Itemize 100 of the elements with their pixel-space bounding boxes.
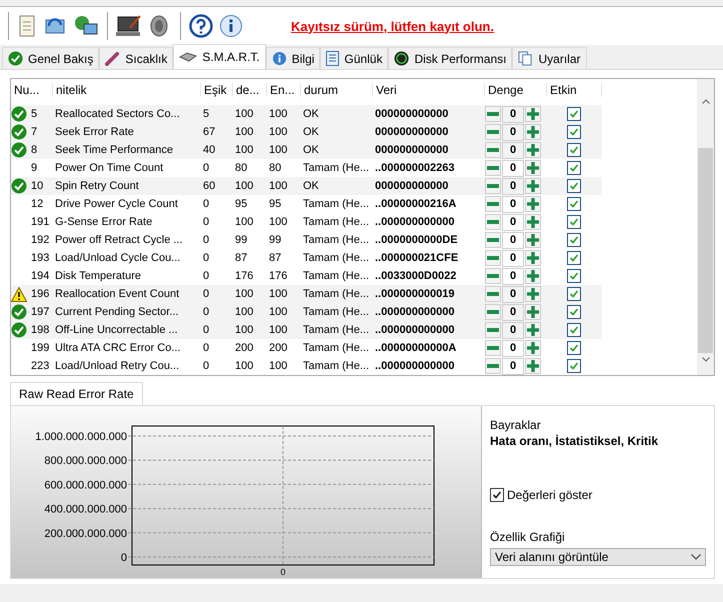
- plus-button[interactable]: [525, 268, 541, 284]
- checkbox[interactable]: [567, 233, 581, 247]
- register-link[interactable]: Kayıtsız sürüm, lütfen kayıt olun.: [291, 18, 494, 34]
- plus-icon: [527, 216, 539, 228]
- balance-value: 0: [502, 178, 524, 194]
- plus-button[interactable]: [525, 340, 541, 356]
- checkbox[interactable]: [567, 359, 581, 373]
- minus-button[interactable]: [485, 160, 501, 176]
- table-cell-text: Load/Unload Cycle Cou...: [54, 251, 180, 265]
- hard-drive-icon: [179, 52, 198, 62]
- table-cell-text: 196: [30, 287, 50, 301]
- table-cell-text: 000000000000: [374, 143, 448, 157]
- tab[interactable]: S.M.A.R.T.: [173, 44, 266, 69]
- table-cell-text: 100: [268, 107, 288, 121]
- minus-button[interactable]: [485, 304, 501, 320]
- column-header[interactable]: En...: [267, 82, 301, 97]
- warning-icon: [11, 286, 27, 302]
- checkbox[interactable]: [567, 323, 581, 337]
- checkbox[interactable]: [567, 287, 581, 301]
- minus-button[interactable]: [485, 268, 501, 284]
- checkbox[interactable]: [567, 305, 581, 319]
- tab[interactable]: Bilgi: [266, 47, 320, 69]
- minus-button[interactable]: [485, 340, 501, 356]
- tab[interactable]: Uyarılar: [512, 47, 586, 69]
- minus-button[interactable]: [485, 250, 501, 266]
- chevron-down-icon: [691, 554, 701, 560]
- checkbox[interactable]: [567, 143, 581, 157]
- checkbox[interactable]: [567, 341, 581, 355]
- pages-icon: [518, 51, 534, 66]
- plus-button[interactable]: [525, 250, 541, 266]
- plus-button[interactable]: [525, 214, 541, 230]
- minus-button[interactable]: [485, 286, 501, 302]
- table-cell-text: Seek Time Performance: [54, 143, 173, 157]
- checkbox[interactable]: [567, 215, 581, 229]
- plus-button[interactable]: [525, 196, 541, 212]
- minus-button[interactable]: [485, 106, 501, 122]
- checkbox[interactable]: [567, 179, 581, 193]
- checkbox[interactable]: [490, 488, 504, 502]
- minus-button[interactable]: [485, 142, 501, 158]
- plus-button[interactable]: [525, 178, 541, 194]
- column-header[interactable]: Denge: [485, 82, 547, 97]
- checkbox[interactable]: [567, 161, 581, 175]
- tab[interactable]: Sıcaklık: [99, 47, 174, 69]
- plus-button[interactable]: [525, 322, 541, 338]
- column-header[interactable]: Veri: [373, 82, 485, 97]
- tab[interactable]: Günlük: [320, 47, 388, 69]
- column-header[interactable]: Etkin: [547, 82, 602, 97]
- plus-button[interactable]: [525, 106, 541, 122]
- plus-button[interactable]: [525, 142, 541, 158]
- column-header[interactable]: Eşik: [201, 82, 233, 97]
- table-cell-text: 87: [268, 251, 282, 265]
- scrollbar[interactable]: [697, 79, 714, 375]
- table-cell-text: 223: [30, 359, 50, 373]
- plus-button[interactable]: [525, 124, 541, 140]
- tab[interactable]: Raw Read Error Rate: [10, 382, 143, 405]
- table-cell-text: 100: [268, 287, 288, 301]
- minus-icon: [487, 112, 499, 116]
- computer-icon[interactable]: [116, 14, 142, 38]
- minus-button[interactable]: [485, 178, 501, 194]
- minus-button[interactable]: [485, 322, 501, 338]
- plus-icon: [527, 306, 539, 318]
- plus-button[interactable]: [525, 358, 541, 374]
- column-header[interactable]: nitelik: [53, 82, 201, 97]
- balance-value: 0: [502, 160, 524, 176]
- notepad-icon[interactable]: [17, 14, 37, 38]
- plus-button[interactable]: [525, 232, 541, 248]
- plus-button[interactable]: [525, 160, 541, 176]
- column-header[interactable]: de...: [233, 82, 267, 97]
- column-header[interactable]: durum: [301, 82, 373, 97]
- plus-button[interactable]: [525, 286, 541, 302]
- scroll-down-icon[interactable]: [702, 357, 710, 362]
- tab[interactable]: Genel Bakış: [2, 47, 100, 69]
- column-header[interactable]: Nu...: [11, 82, 53, 97]
- checkbox[interactable]: [567, 269, 581, 283]
- minus-button[interactable]: [485, 232, 501, 248]
- scroll-up-icon[interactable]: [702, 99, 710, 104]
- plus-icon: [527, 144, 539, 156]
- table-cell-text: 0: [202, 269, 210, 283]
- minus-button[interactable]: [485, 214, 501, 230]
- graph-select[interactable]: Veri alanını görüntüle: [490, 548, 706, 566]
- table-cell-text: Spin Retry Count: [54, 179, 139, 193]
- checkbox[interactable]: [567, 251, 581, 265]
- checkbox[interactable]: [567, 125, 581, 139]
- minus-button[interactable]: [485, 196, 501, 212]
- table-cell-text: ..000000000019: [374, 287, 455, 301]
- minus-button[interactable]: [485, 358, 501, 374]
- x-tick-label: 0: [280, 567, 286, 577]
- minus-button[interactable]: [485, 124, 501, 140]
- table-cell-text: G-Sense Error Rate: [54, 215, 152, 229]
- checkbox[interactable]: [567, 197, 581, 211]
- help-icon[interactable]: [189, 14, 213, 38]
- check-circle-icon: [8, 51, 23, 66]
- checkbox[interactable]: [567, 107, 581, 121]
- minus-icon: [487, 202, 499, 206]
- table-cell-text: 0: [202, 215, 210, 229]
- table-cell-text: ..000000000000: [374, 305, 455, 319]
- tab[interactable]: Disk Performansı: [388, 47, 512, 69]
- info-icon[interactable]: [219, 14, 243, 38]
- plus-button[interactable]: [525, 304, 541, 320]
- minus-icon: [487, 184, 499, 188]
